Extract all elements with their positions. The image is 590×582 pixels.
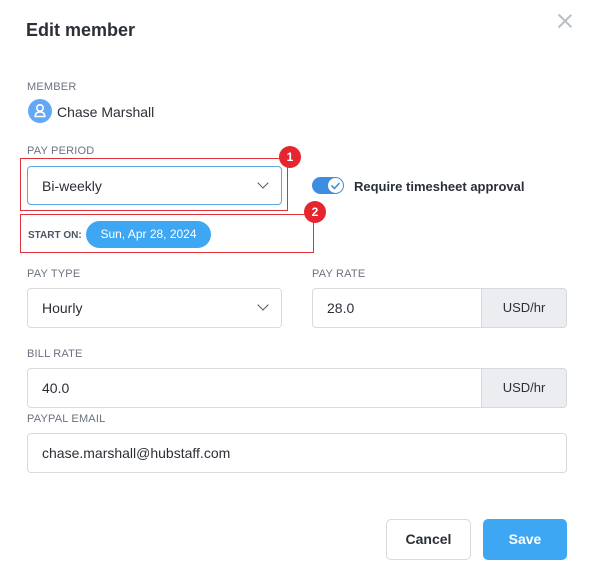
pay-type-value: Hourly xyxy=(42,300,83,316)
avatar xyxy=(28,99,52,123)
check-icon xyxy=(331,182,340,190)
pay-rate-label: PAY RATE xyxy=(312,268,366,280)
user-icon xyxy=(34,104,46,118)
timesheet-approval-label: Require timesheet approval xyxy=(354,179,525,194)
paypal-email-value: chase.marshall@hubstaff.com xyxy=(42,445,231,461)
timesheet-approval-toggle[interactable] xyxy=(312,177,344,194)
pay-rate-unit: USD/hr xyxy=(482,288,567,328)
pay-period-label: PAY PERIOD xyxy=(27,145,95,157)
bill-rate-label: BILL RATE xyxy=(27,348,83,360)
dialog-title: Edit member xyxy=(26,20,136,40)
annotation-badge-1: 1 xyxy=(279,146,301,168)
annotation-badge-2: 2 xyxy=(304,201,326,223)
save-button[interactable]: Save xyxy=(483,519,567,560)
member-name: Chase Marshall xyxy=(57,104,155,120)
bill-rate-unit: USD/hr xyxy=(482,368,567,408)
highlight-box-start-on xyxy=(20,214,314,253)
pay-type-select[interactable]: Hourly xyxy=(27,288,282,328)
member-label: MEMBER xyxy=(27,81,77,93)
paypal-email-label: PAYPAL EMAIL xyxy=(27,413,106,425)
pay-rate-input[interactable]: 28.0 xyxy=(312,288,482,328)
bill-rate-input[interactable]: 40.0 xyxy=(27,368,482,408)
bill-rate-value: 40.0 xyxy=(42,380,70,396)
close-icon[interactable] xyxy=(556,12,574,30)
paypal-email-input[interactable]: chase.marshall@hubstaff.com xyxy=(27,433,567,473)
cancel-button[interactable]: Cancel xyxy=(386,519,471,560)
pay-type-label: PAY TYPE xyxy=(27,268,81,280)
pay-rate-value: 28.0 xyxy=(327,300,355,316)
chevron-down-icon xyxy=(258,302,267,311)
highlight-box-pay-period xyxy=(20,158,288,211)
